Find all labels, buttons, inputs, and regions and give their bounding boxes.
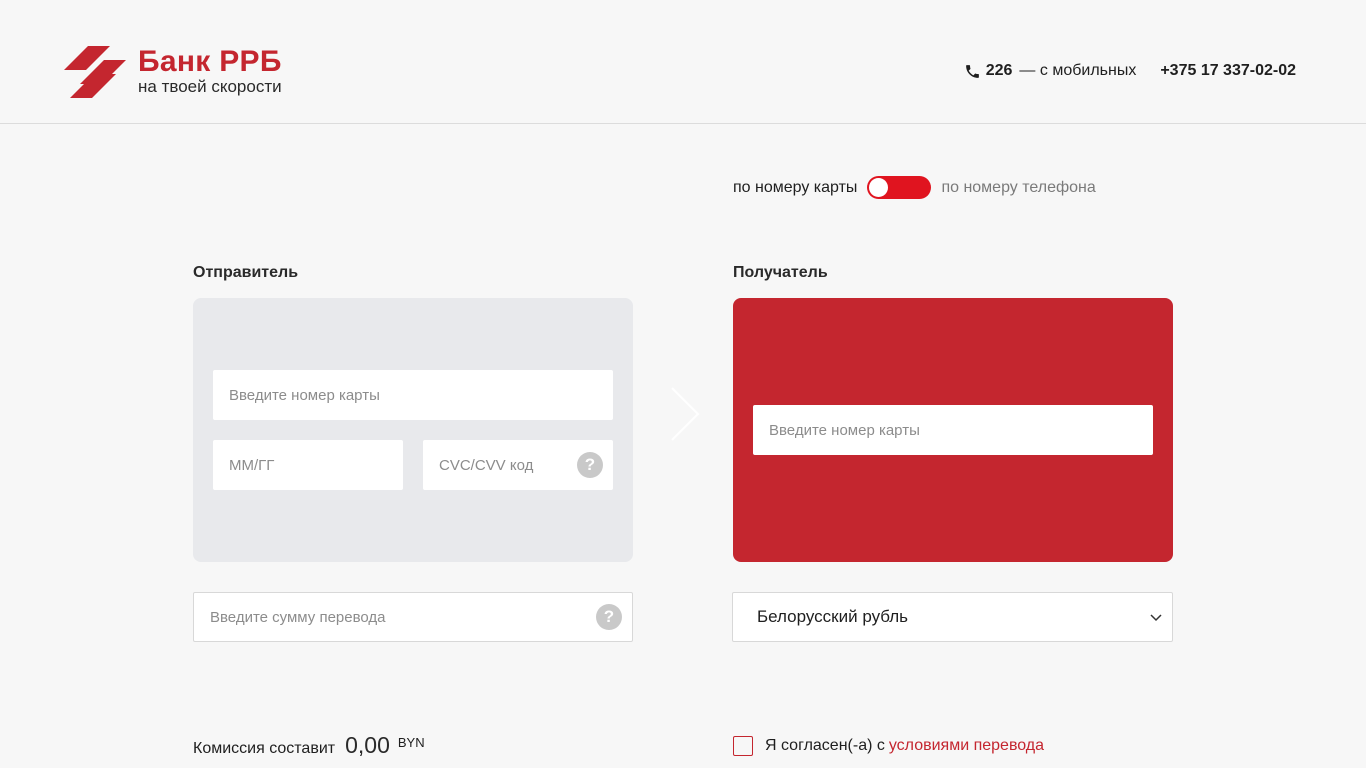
sender-expiry-placeholder: ММ/ГГ <box>229 456 275 474</box>
toggle-knob <box>869 178 889 197</box>
cvc-help-icon[interactable]: ? <box>577 452 603 478</box>
sender-card-number-placeholder: Введите номер карты <box>229 386 380 404</box>
chevron-down-icon <box>1150 614 1162 622</box>
long-phone-number[interactable]: +375 17 337-02-02 <box>1160 62 1296 80</box>
receiver-card-number-input[interactable]: Введите номер карты <box>753 405 1153 455</box>
mode-card-label[interactable]: по номеру карты <box>733 179 857 197</box>
sender-title: Отправитель <box>193 264 299 281</box>
short-phone-note: — с мобильных <box>1019 62 1137 79</box>
sender-cvc-input[interactable]: CVC/CVV код ? <box>423 440 613 490</box>
sender-card-number-input[interactable]: Введите номер карты <box>213 370 613 420</box>
amount-placeholder: Введите сумму перевода <box>210 608 386 626</box>
sender-expiry-input[interactable]: ММ/ГГ <box>213 440 403 490</box>
contacts: 226 — с мобильных +375 17 337-02-02 <box>964 62 1296 80</box>
sender-card: Введите номер карты ММ/ГГ CVC/CVV код ? <box>193 298 633 562</box>
amount-input[interactable]: Введите сумму перевода ? <box>193 592 633 642</box>
mode-phone-label[interactable]: по номеру телефона <box>941 179 1095 197</box>
currency-select[interactable]: Белорусский рубль <box>732 592 1173 642</box>
agreement: Я согласен(-а) с условиями перевода <box>733 736 1044 756</box>
logo-name: Банк РРБ <box>138 45 282 78</box>
currency-selected: Белорусский рубль <box>757 607 909 626</box>
transfer-mode-switch: по номеру карты по номеру телефона <box>733 176 1096 199</box>
receiver-title: Получатель <box>733 264 828 281</box>
header: Банк РРБ на твоей скорости 226 — с мобил… <box>0 0 1366 124</box>
mode-toggle[interactable] <box>867 176 932 199</box>
commission-currency: BYN <box>397 735 425 750</box>
chevron-right-icon <box>671 387 700 441</box>
logo-slogan: на твоей скорости <box>138 77 282 96</box>
agreement-text: Я согласен(-а) с <box>765 737 885 754</box>
phone-icon <box>965 64 979 78</box>
short-phone-number[interactable]: 226 <box>986 62 1013 80</box>
agreement-checkbox-icon[interactable] <box>733 736 753 756</box>
agreement-terms-link[interactable]: условиями перевода <box>889 737 1044 755</box>
sender-cvc-placeholder: CVC/CVV код <box>439 456 534 474</box>
commission-value: 0,00 <box>345 732 390 758</box>
receiver-card: Введите номер карты <box>733 298 1173 562</box>
amount-help-icon[interactable]: ? <box>596 604 622 630</box>
commission: Комиссия составит 0,00 BYN <box>193 732 425 759</box>
bank-logo[interactable]: Банк РРБ на твоей скорости <box>64 46 282 100</box>
logo-stripes-icon <box>64 46 126 98</box>
commission-label: Комиссия составит <box>193 740 336 757</box>
receiver-card-number-placeholder: Введите номер карты <box>769 421 920 439</box>
